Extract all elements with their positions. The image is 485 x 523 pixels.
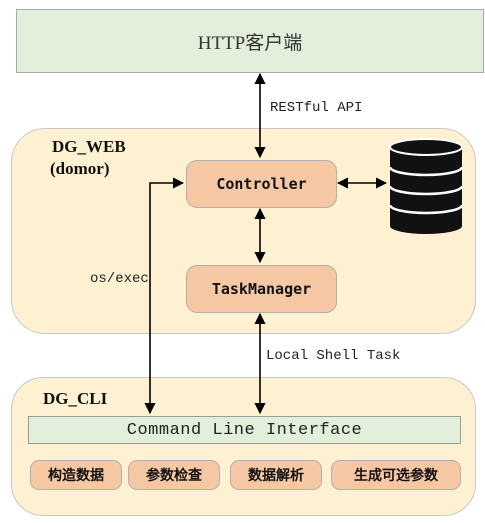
task-manager-label: TaskManager [211, 280, 312, 298]
os-exec-label: os/exec [90, 271, 149, 287]
function-label: 参数检查 [146, 468, 202, 484]
dg-cli-title: DG_CLI [43, 389, 108, 408]
http-client-box: HTTP客户端 [16, 9, 484, 73]
restful-api-label: RESTful API [270, 100, 363, 116]
task-manager-node: TaskManager [186, 265, 337, 313]
command-line-interface-bar: Command Line Interface [28, 416, 461, 444]
controller-node: Controller [186, 160, 337, 208]
function-label: 生成可选参数 [354, 468, 438, 484]
function-generate-optional-params: 生成可选参数 [331, 460, 461, 490]
controller-label: Controller [216, 175, 307, 193]
command-line-interface-label: Command Line Interface [126, 420, 363, 440]
dg-web-title: DG_WEB [52, 137, 126, 156]
function-label: 数据解析 [248, 468, 304, 484]
function-parameter-check: 参数检查 [128, 460, 220, 490]
dg-web-subtitle: (domor) [50, 159, 110, 178]
function-construct-data: 构造数据 [30, 460, 122, 490]
function-data-parsing: 数据解析 [230, 460, 322, 490]
function-label: 构造数据 [48, 468, 104, 484]
local-shell-task-label: Local Shell Task [266, 348, 401, 364]
http-client-label: HTTP客户端 [197, 32, 303, 54]
